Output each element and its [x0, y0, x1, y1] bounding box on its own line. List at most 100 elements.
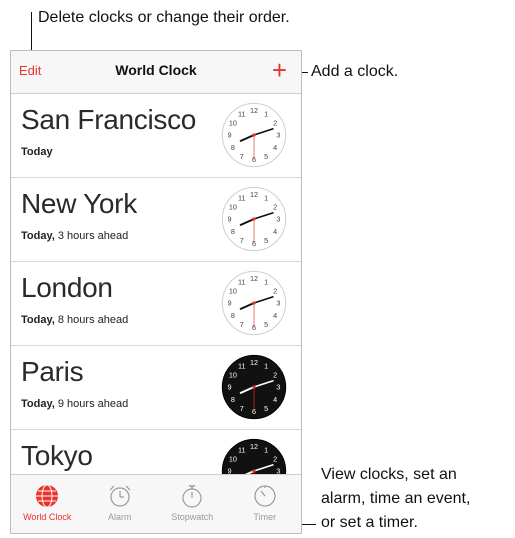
clock-numeral: 2 [273, 202, 277, 211]
phone-screen: Edit World Clock + San Francisco Today 1 2 3… [10, 50, 302, 534]
navigation-bar: Edit World Clock + [11, 51, 301, 94]
clock-numeral: 8 [231, 143, 235, 152]
clock-numeral: 4 [273, 143, 277, 152]
clock-numeral: 5 [264, 236, 268, 245]
clock-row[interactable]: New York Today, 3 hours ahead 1 2 3 4 5 6 7 8 9 10 1… [11, 178, 301, 262]
clock-numeral: 10 [229, 370, 237, 379]
callout-tabs-line1: View clocks, set an [321, 466, 457, 483]
clock-center [252, 133, 256, 137]
clock-numeral: 12 [250, 274, 258, 283]
clock-numeral: 1 [264, 445, 268, 454]
clock-numeral: 11 [238, 193, 246, 202]
tab-label: Stopwatch [171, 512, 214, 522]
clock-numeral: 10 [229, 202, 237, 211]
clock-numeral: 10 [229, 118, 237, 127]
analog-clock-icon: 123456789101112 [221, 270, 287, 336]
clock-numeral: 10 [229, 286, 237, 295]
tab-world-clock[interactable]: World Clock [11, 475, 84, 533]
clock-numeral: 7 [240, 152, 244, 161]
clock-numeral: 7 [240, 236, 244, 245]
clock-numeral: 4 [273, 227, 277, 236]
time-offset: Today [21, 146, 53, 158]
clock-numeral: 2 [273, 286, 277, 295]
day-label: Today, [21, 314, 55, 326]
day-label: Today [21, 146, 53, 158]
clock-numeral: 4 [273, 311, 277, 320]
time-offset: Today, 9 hours ahead [21, 398, 128, 410]
clock-numeral: 9 [228, 215, 232, 224]
offset-label: 9 hours ahead [54, 398, 129, 410]
page-title: World Clock [115, 62, 197, 78]
clock-numeral: 1 [264, 361, 268, 370]
analog-clock-icon: 123456789101112 [221, 102, 287, 168]
offset-label: 8 hours ahead [54, 314, 129, 326]
clock-row[interactable]: San Francisco Today 1 2 3 4 5 6 7 8 9 10 11 12 [11, 94, 301, 178]
tab-label: Alarm [107, 512, 132, 522]
clock-numeral: 12 [250, 106, 258, 115]
day-label: Today, [21, 230, 55, 242]
clock-numeral: 10 [229, 454, 237, 463]
clock-center [252, 385, 256, 389]
clock-numeral: 11 [238, 361, 246, 370]
clock-numeral: 4 [273, 395, 277, 404]
time-offset: Today, 8 hours ahead [21, 314, 128, 326]
clock-numeral: 1 [264, 109, 268, 118]
clock-center [252, 301, 256, 305]
clock-center [252, 217, 256, 221]
tab-label: Timer [253, 512, 277, 522]
clock-numeral: 9 [228, 299, 232, 308]
callout-edit-line [31, 12, 32, 54]
clock-numeral: 2 [273, 370, 277, 379]
clock-numeral: 5 [264, 152, 268, 161]
clock-numeral: 8 [231, 227, 235, 236]
city-name: London [21, 272, 113, 303]
tab-timer[interactable]: Timer [229, 475, 302, 533]
tab-alarm[interactable]: Alarm [84, 475, 157, 533]
clock-numeral: 7 [240, 320, 244, 329]
clock-numeral: 1 [264, 277, 268, 286]
offset-label: 3 hours ahead [54, 230, 129, 242]
analog-clock-icon: 123456789101112 [221, 186, 287, 252]
clock-numeral: 11 [238, 277, 246, 286]
clock-numeral: 12 [250, 190, 258, 199]
clock-numeral: 3 [276, 299, 280, 308]
stopwatch-icon [179, 483, 205, 509]
timer-icon [252, 483, 278, 509]
clock-numeral: 9 [228, 131, 232, 140]
clock-center [252, 469, 256, 473]
callout-edit: Delete clocks or change their order. [38, 9, 290, 26]
clock-numeral: 7 [240, 404, 244, 413]
city-name: Tokyo [21, 440, 93, 471]
clock-numeral: 2 [273, 118, 277, 127]
callout-tabs-line3: or set a timer. [321, 514, 418, 531]
clock-numeral: 12 [250, 442, 258, 451]
clock-numeral: 5 [264, 404, 268, 413]
time-offset: Today, 3 hours ahead [21, 230, 128, 242]
clock-numeral: 8 [231, 395, 235, 404]
clock-row[interactable]: Paris Today, 9 hours ahead 1 2 3 4 5 6 7 8 9 10 11 12 [11, 346, 301, 430]
clock-numeral: 11 [238, 445, 246, 454]
globe-icon [34, 483, 60, 509]
city-name: Paris [21, 356, 84, 387]
tab-label: World Clock [23, 512, 72, 522]
clock-numeral: 3 [276, 383, 280, 392]
tab-bar: World Clock Alarm Stopwatch Timer [11, 474, 301, 533]
clock-numeral: 1 [264, 193, 268, 202]
clock-numeral: 2 [273, 454, 277, 463]
clock-numeral: 8 [231, 311, 235, 320]
clock-numeral: 3 [276, 215, 280, 224]
clock-row[interactable]: London Today, 8 hours ahead 1 2 3 4 5 6 7 8 9 10 11 1… [11, 262, 301, 346]
tab-stopwatch[interactable]: Stopwatch [156, 475, 229, 533]
day-label: Today, [21, 398, 55, 410]
callout-tabs-line2: alarm, time an event, [321, 490, 471, 507]
city-name: New York [21, 188, 137, 219]
clock-numeral: 3 [276, 131, 280, 140]
clock-numeral: 12 [250, 358, 258, 367]
clock-list: San Francisco Today 1 2 3 4 5 6 7 8 9 10 11 12 New Yor… [11, 94, 301, 514]
alarm-clock-icon [107, 483, 133, 509]
city-name: San Francisco [21, 104, 197, 135]
add-clock-button[interactable]: + [272, 55, 287, 85]
clock-numeral: 5 [264, 320, 268, 329]
clock-numeral: 11 [238, 109, 246, 118]
clock-numeral: 9 [228, 383, 232, 392]
